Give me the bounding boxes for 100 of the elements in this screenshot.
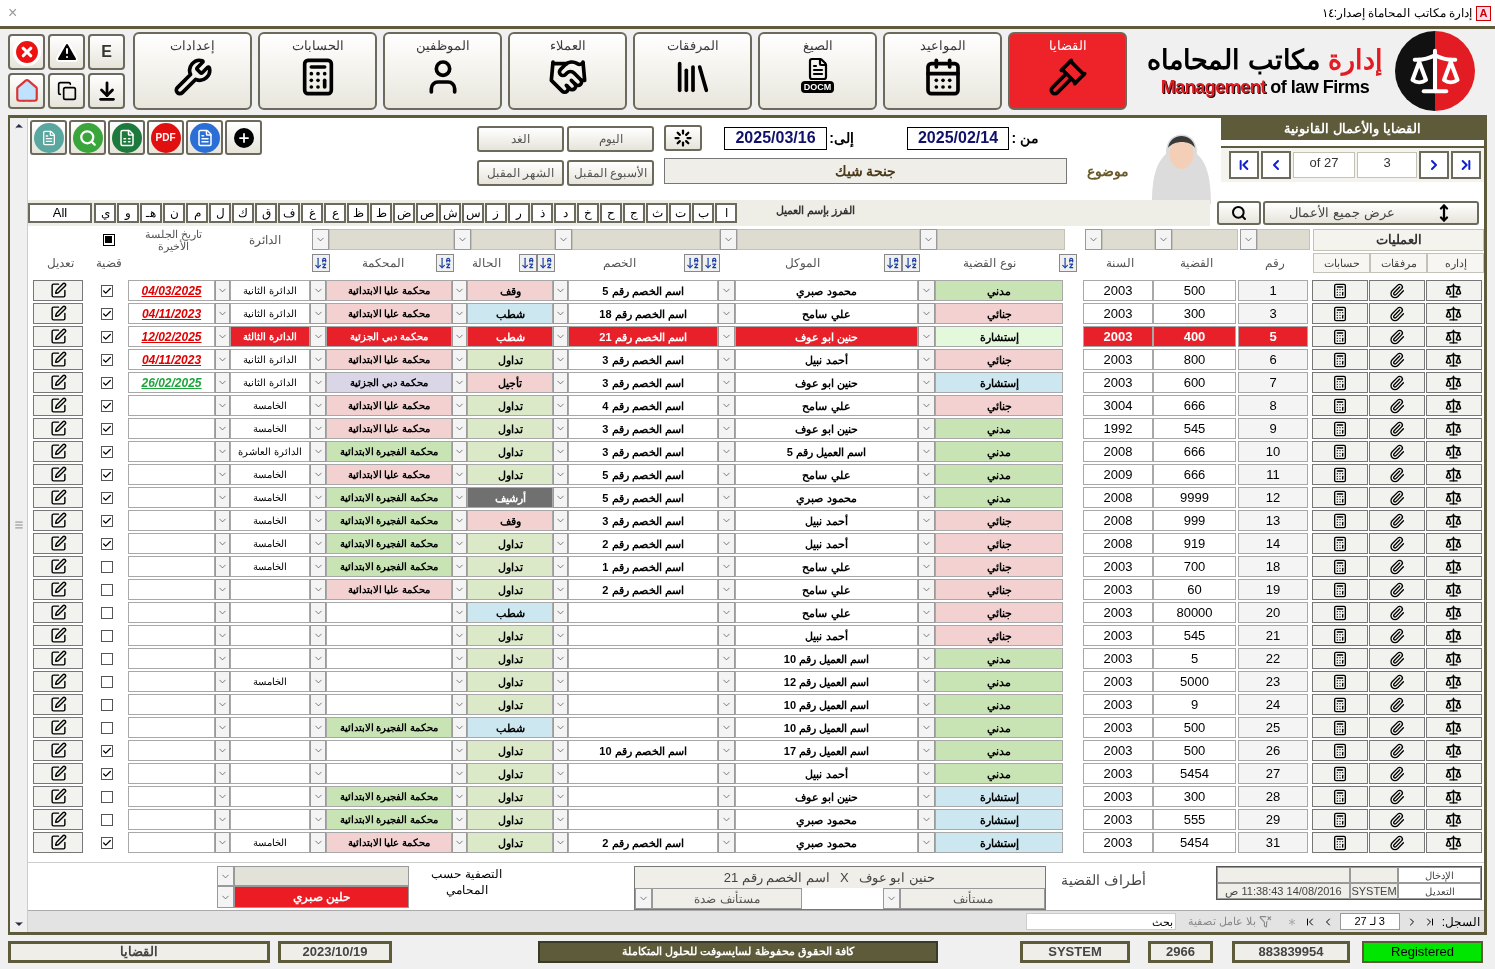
dropdown-button[interactable] xyxy=(452,280,467,302)
dropdown-button[interactable] xyxy=(310,671,326,693)
dropdown-button[interactable] xyxy=(215,556,230,578)
dropdown-button[interactable] xyxy=(452,671,467,693)
dropdown-button[interactable] xyxy=(718,349,735,371)
dropdown-button[interactable] xyxy=(452,694,467,716)
dropdown-button[interactable] xyxy=(452,625,467,647)
accounts-button[interactable] xyxy=(1311,464,1368,486)
dropdown-button[interactable] xyxy=(452,763,467,785)
date-link[interactable]: 04/11/2023 xyxy=(141,304,202,323)
dropdown-button[interactable] xyxy=(217,866,234,887)
accounts-button[interactable] xyxy=(1311,533,1368,555)
manage-button[interactable] xyxy=(1425,556,1482,578)
accounts-button[interactable] xyxy=(1311,740,1368,762)
dropdown-button[interactable] xyxy=(310,303,326,325)
dropdown-button[interactable] xyxy=(918,671,935,693)
accounts-button[interactable] xyxy=(1311,441,1368,463)
accounts-button[interactable] xyxy=(1311,556,1368,578)
dropdown-button[interactable] xyxy=(310,694,326,716)
last-record-button[interactable] xyxy=(1451,151,1481,179)
dropdown-button[interactable] xyxy=(215,510,230,532)
dropdown-button[interactable] xyxy=(452,556,467,578)
dropdown-button[interactable] xyxy=(215,533,230,555)
dropdown-button[interactable] xyxy=(310,487,326,509)
accounts-button[interactable] xyxy=(1311,372,1368,394)
checkbox[interactable] xyxy=(100,560,113,573)
attachment-button[interactable] xyxy=(1368,556,1425,578)
checkbox[interactable] xyxy=(100,836,113,849)
manage-button[interactable] xyxy=(1425,740,1482,762)
dropdown-button[interactable] xyxy=(310,395,326,417)
dropdown-button[interactable] xyxy=(718,809,735,831)
checkbox[interactable] xyxy=(100,675,113,688)
dropdown-button[interactable] xyxy=(718,740,735,762)
dropdown-button[interactable] xyxy=(718,395,735,417)
accounts-button[interactable] xyxy=(1311,786,1368,808)
dropdown-button[interactable] xyxy=(215,349,230,371)
dropdown-button[interactable] xyxy=(718,280,735,302)
dropdown-button[interactable] xyxy=(918,648,935,670)
dropdown-button[interactable] xyxy=(215,602,230,624)
accounts-button[interactable] xyxy=(1311,809,1368,831)
dropdown-button[interactable] xyxy=(553,763,568,785)
filter-field[interactable] xyxy=(1257,229,1310,251)
dropdown-button[interactable] xyxy=(718,694,735,716)
all-button[interactable]: All xyxy=(28,202,92,223)
dropdown-button[interactable] xyxy=(452,602,467,624)
dropdown-button[interactable] xyxy=(452,418,467,440)
dropdown-button[interactable] xyxy=(553,418,568,440)
sort-button[interactable] xyxy=(884,254,902,273)
dropdown-button[interactable] xyxy=(452,303,467,325)
record-number-field[interactable]: 3 xyxy=(1357,152,1417,178)
attachment-button[interactable] xyxy=(1368,786,1425,808)
checkbox[interactable] xyxy=(100,652,113,665)
checkbox[interactable] xyxy=(100,422,113,435)
checkbox[interactable] xyxy=(100,468,113,481)
show-all-button[interactable]: عرض جميع الأعمال xyxy=(1263,200,1479,225)
edit-button[interactable] xyxy=(33,533,83,555)
search-button[interactable] xyxy=(1217,200,1261,225)
edit-button[interactable] xyxy=(33,280,83,302)
accounts-button[interactable] xyxy=(1311,280,1368,302)
to-date-field[interactable]: 2025/03/16 xyxy=(724,126,827,150)
dropdown-button[interactable] xyxy=(215,372,230,394)
edit-button[interactable] xyxy=(33,372,83,394)
refresh-button[interactable] xyxy=(664,125,702,151)
accounts-button[interactable] xyxy=(1311,487,1368,509)
attachment-button[interactable] xyxy=(1368,648,1425,670)
edit-button[interactable] xyxy=(33,441,83,463)
dropdown-button[interactable] xyxy=(452,533,467,555)
dropdown-button[interactable] xyxy=(553,533,568,555)
accounts-button[interactable] xyxy=(1311,602,1368,624)
dropdown-button[interactable] xyxy=(718,372,735,394)
dropdown-button[interactable] xyxy=(215,441,230,463)
checkbox[interactable] xyxy=(100,813,113,826)
sort-button[interactable] xyxy=(519,254,537,273)
letter-button[interactable]: ش xyxy=(439,202,461,223)
select-all-checkbox[interactable] xyxy=(102,233,115,246)
checkbox[interactable] xyxy=(100,284,113,297)
attachment-button[interactable] xyxy=(1368,717,1425,739)
dropdown-button[interactable] xyxy=(918,832,935,854)
dropdown-button[interactable] xyxy=(718,533,735,555)
module-tab[interactable]: إعدادات xyxy=(133,32,252,110)
dropdown-button[interactable] xyxy=(883,888,900,910)
filter-field[interactable] xyxy=(234,866,409,887)
tool-button[interactable] xyxy=(48,33,85,70)
dropdown-button[interactable] xyxy=(918,349,935,371)
edit-button[interactable] xyxy=(33,740,83,762)
dropdown-button[interactable] xyxy=(215,694,230,716)
letter-button[interactable]: د xyxy=(554,202,576,223)
dropdown-button[interactable] xyxy=(553,556,568,578)
filter-field[interactable] xyxy=(737,229,920,251)
dropdown-button[interactable] xyxy=(918,303,935,325)
dropdown-button[interactable] xyxy=(215,326,230,348)
letter-button[interactable]: ب xyxy=(692,202,714,223)
sort-button[interactable] xyxy=(1059,254,1077,273)
dropdown-button[interactable] xyxy=(553,510,568,532)
attachment-button[interactable] xyxy=(1368,372,1425,394)
dropdown-button[interactable] xyxy=(215,648,230,670)
dropdown-button[interactable] xyxy=(1085,229,1102,251)
dropdown-button[interactable] xyxy=(452,717,467,739)
attachment-button[interactable] xyxy=(1368,832,1425,854)
attachment-button[interactable] xyxy=(1368,625,1425,647)
